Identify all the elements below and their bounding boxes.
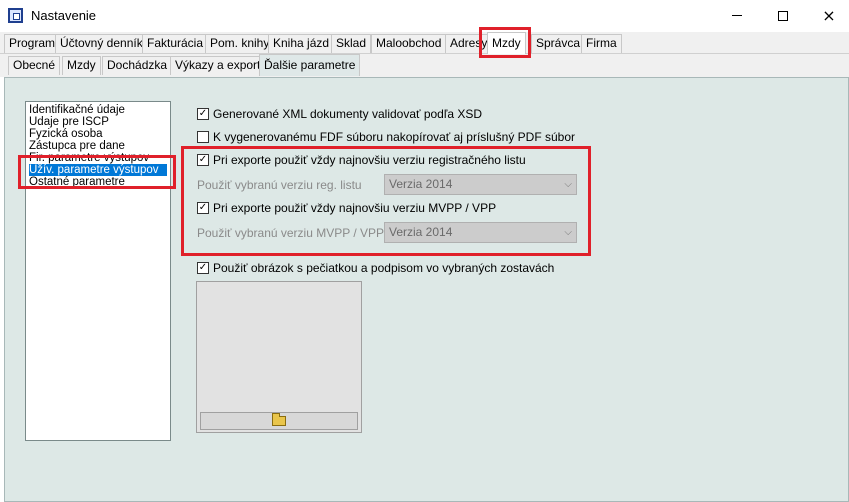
use-stamp-image-label: Použiť obrázok s pečiatkou a podpisom vo… bbox=[213, 261, 555, 275]
tab-pom-knihy[interactable]: Pom. knihy bbox=[205, 34, 275, 53]
subtab-dalsie-parametre[interactable]: Ďalšie parametre bbox=[259, 54, 361, 76]
annotation-options-group bbox=[181, 146, 591, 256]
list-item[interactable]: Fyzická osoba bbox=[29, 128, 167, 140]
close-icon: × bbox=[822, 5, 836, 25]
tab-fakturacia[interactable]: Fakturácia bbox=[142, 34, 209, 53]
fdf-copy-pdf-checkbox[interactable] bbox=[197, 131, 209, 143]
tab-maloobchod[interactable]: Maloobchod bbox=[371, 34, 447, 53]
subtab-dochadzka[interactable]: Dochádzka bbox=[102, 56, 173, 75]
tab-uctovny-dennik[interactable]: Účtovný denník bbox=[55, 34, 148, 53]
browse-image-button[interactable] bbox=[200, 412, 358, 430]
list-item[interactable]: Zástupca pre dane bbox=[29, 140, 167, 152]
app-icon bbox=[8, 8, 23, 23]
maximize-icon bbox=[778, 10, 788, 21]
subtab-vykazy-a-exporty[interactable]: Výkazy a exporty bbox=[170, 56, 272, 75]
section-list[interactable]: Identifikačné údaje Údaje pre ISCP Fyzic… bbox=[25, 101, 171, 441]
fdf-copy-pdf-label: K vygenerovanému FDF súboru nakopírovať … bbox=[213, 130, 575, 144]
folder-icon bbox=[272, 413, 286, 426]
tab-sklad[interactable]: Sklad bbox=[331, 34, 372, 53]
title-bar: Nastavenie × bbox=[0, 0, 849, 31]
list-item[interactable]: Údaje pre ISCP bbox=[29, 116, 167, 128]
minimize-icon bbox=[732, 15, 742, 16]
subtab-mzdy[interactable]: Mzdy bbox=[62, 56, 101, 75]
xml-validate-label: Generované XML dokumenty validovať podľa… bbox=[213, 107, 483, 121]
stamp-image-preview bbox=[196, 281, 362, 433]
annotation-mzdy-tab bbox=[479, 27, 531, 58]
subtab-obecne[interactable]: Obecné bbox=[8, 56, 61, 75]
tab-kniha-jazd[interactable]: Kniha jázd bbox=[268, 34, 335, 53]
use-stamp-image-checkbox[interactable]: ✓ bbox=[197, 262, 209, 274]
window-title: Nastavenie bbox=[31, 8, 97, 23]
list-item[interactable]: Identifikačné údaje bbox=[29, 104, 167, 116]
annotation-selected-item bbox=[18, 155, 176, 189]
tab-firma[interactable]: Firma bbox=[581, 34, 622, 53]
close-button[interactable]: × bbox=[806, 0, 849, 31]
use-stamp-image-option[interactable]: ✓ Použiť obrázok s pečiatkou a podpisom … bbox=[197, 261, 554, 275]
tab-program[interactable]: Program bbox=[4, 34, 61, 53]
xml-validate-checkbox[interactable]: ✓ bbox=[197, 108, 209, 120]
xml-validate-option[interactable]: ✓ Generované XML dokumenty validovať pod… bbox=[197, 107, 482, 121]
maximize-button[interactable] bbox=[760, 0, 806, 31]
tab-spravca[interactable]: Správca bbox=[531, 34, 586, 53]
minimize-button[interactable] bbox=[714, 0, 760, 31]
sub-tab-bar: Obecné Mzdy Dochádzka Výkazy a exporty Ď… bbox=[0, 54, 849, 77]
fdf-copy-pdf-option[interactable]: K vygenerovanému FDF súboru nakopírovať … bbox=[197, 130, 575, 144]
main-tab-bar: Program Účtovný denník Fakturácia Pom. k… bbox=[0, 32, 849, 54]
